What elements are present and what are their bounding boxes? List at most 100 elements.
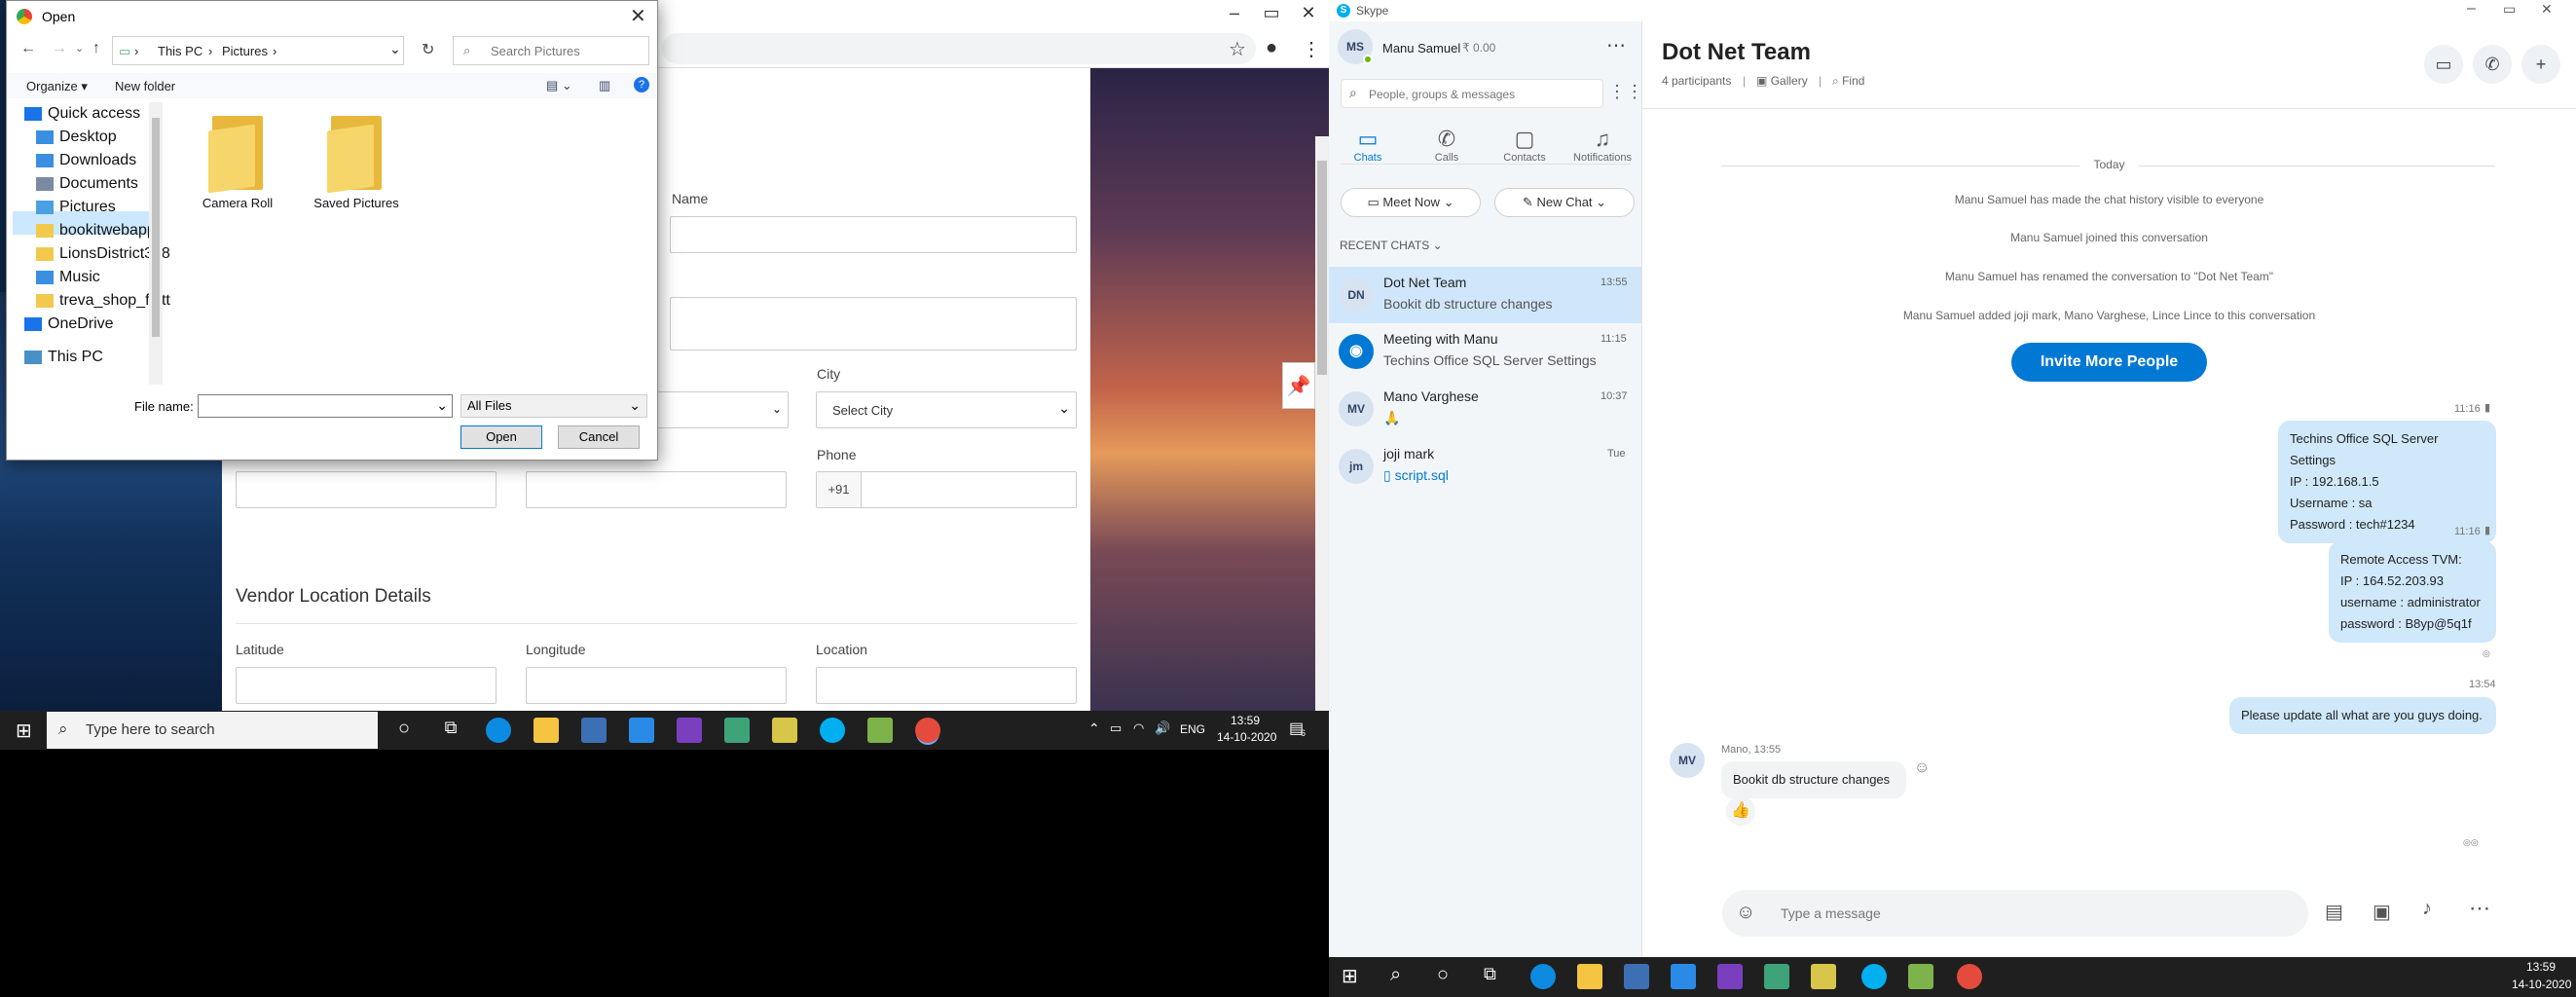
wifi-icon[interactable]: ◠ bbox=[1133, 720, 1144, 736]
maximize-button[interactable]: ▭ bbox=[1254, 2, 1289, 23]
nav-item[interactable]: Pictures bbox=[36, 196, 116, 219]
nav-item[interactable]: Desktop bbox=[36, 126, 117, 149]
latitude-input[interactable] bbox=[236, 667, 497, 704]
nav-item[interactable]: This PC bbox=[24, 346, 103, 369]
app-icon[interactable] bbox=[724, 718, 750, 743]
cortana-icon[interactable]: ○ bbox=[391, 718, 417, 743]
taskbar-date[interactable]: 14-10-2020 bbox=[1217, 730, 1276, 744]
attach-file-icon[interactable]: ▤ bbox=[2325, 900, 2343, 924]
search-icon[interactable]: ⌕ bbox=[1390, 964, 1401, 986]
invite-more-people-button[interactable]: Invite More People bbox=[2011, 343, 2207, 382]
chrome-taskbar-icon[interactable] bbox=[1957, 964, 1982, 989]
chrome-menu-icon[interactable]: ⋮ bbox=[1302, 37, 1321, 61]
city-select[interactable]: Select City ⌄ bbox=[816, 391, 1077, 428]
folder-saved-pictures[interactable]: Saved Pictures bbox=[303, 116, 410, 210]
breadcrumb-pictures[interactable]: Pictures bbox=[222, 44, 268, 58]
chat-row[interactable]: DN Dot Net Team Bookit db structure chan… bbox=[1329, 267, 1641, 323]
windows-start-icon[interactable]: ⊞ bbox=[1342, 964, 1358, 988]
chat-row[interactable]: jm joji mark ▯ script.sql Tue bbox=[1329, 438, 1641, 495]
nav-item[interactable]: Music bbox=[36, 266, 100, 289]
gallery-link[interactable]: ▣ Gallery bbox=[1756, 74, 1808, 88]
chrome-taskbar-icon[interactable] bbox=[915, 718, 940, 743]
skype-icon[interactable] bbox=[1861, 964, 1887, 989]
location-input[interactable] bbox=[816, 667, 1077, 704]
nav-item[interactable]: bookitwebapp bbox=[36, 219, 156, 242]
participants-count[interactable]: 4 participants bbox=[1662, 74, 1731, 88]
notepad-plus-icon[interactable] bbox=[1811, 964, 1836, 989]
message-compose[interactable]: ☺ Type a message bbox=[1722, 890, 2308, 937]
microphone-icon[interactable]: ♪ bbox=[2422, 898, 2432, 920]
skype-icon[interactable] bbox=[820, 718, 845, 743]
find-link[interactable]: ⌕ Find bbox=[1832, 74, 1864, 89]
chat-row[interactable]: ◉ Meeting with Manu Techins Office SQL S… bbox=[1329, 323, 1641, 380]
form-input-left[interactable] bbox=[236, 471, 497, 508]
emoji-icon[interactable]: ☺ bbox=[1736, 902, 1755, 924]
view-options-icon[interactable]: ▤ ⌄ bbox=[546, 78, 572, 93]
breadcrumb-this-pc[interactable]: This PC bbox=[158, 44, 202, 58]
reaction-badge[interactable]: 👍 bbox=[1726, 796, 1755, 826]
visual-studio-icon[interactable] bbox=[1717, 964, 1743, 989]
edge-icon[interactable] bbox=[1530, 964, 1556, 989]
help-icon[interactable]: ? bbox=[634, 77, 649, 92]
outgoing-message[interactable]: Please update all what are you guys doin… bbox=[2229, 697, 2496, 734]
back-icon[interactable]: ← bbox=[20, 40, 36, 57]
nav-item[interactable]: Quick access bbox=[24, 102, 140, 126]
description-textarea[interactable] bbox=[670, 297, 1077, 351]
sublime-icon[interactable] bbox=[867, 718, 893, 743]
language-indicator[interactable]: ENG bbox=[1180, 722, 1205, 736]
file-type-select[interactable]: All Files ⌄ bbox=[460, 394, 647, 418]
conversation-title[interactable]: Dot Net Team bbox=[1662, 39, 1811, 66]
taskbar-time[interactable]: 13:59 bbox=[1231, 714, 1260, 727]
file-name-input[interactable]: ⌄ bbox=[198, 394, 453, 418]
form-input-middle[interactable] bbox=[526, 471, 787, 508]
up-icon[interactable]: ↑ bbox=[92, 40, 100, 57]
windows-start-icon[interactable]: ⊞ bbox=[16, 719, 32, 743]
name-input[interactable] bbox=[670, 216, 1077, 253]
volume-icon[interactable]: 🔊 bbox=[1155, 720, 1170, 736]
bookmark-icon[interactable]: ▮ bbox=[2484, 401, 2490, 414]
preview-pane-icon[interactable]: ▥ bbox=[599, 78, 610, 93]
chevron-down-icon[interactable]: ⌄ bbox=[75, 42, 84, 55]
search-input[interactable]: ⌕ Search Pictures bbox=[453, 36, 649, 65]
close-button[interactable]: ✕ bbox=[1291, 2, 1326, 23]
video-call-icon[interactable]: ▭ bbox=[2424, 45, 2463, 84]
minimize-button[interactable]: – bbox=[1217, 2, 1252, 23]
app-icon[interactable] bbox=[1764, 964, 1789, 989]
address-breadcrumb[interactable]: ▭ › This PC › Pictures › ⌄ bbox=[112, 36, 404, 65]
organize-button[interactable]: Organize ▾ bbox=[26, 79, 88, 94]
taskbar-search[interactable]: ⌕ Type here to search bbox=[47, 712, 378, 749]
minimize-button[interactable]: – bbox=[2467, 0, 2476, 18]
mail-icon[interactable] bbox=[1671, 964, 1696, 989]
incoming-message[interactable]: Bookit db structure changes bbox=[1721, 761, 1906, 798]
profile-icon[interactable]: ● bbox=[1266, 37, 1277, 59]
open-button[interactable]: Open bbox=[460, 425, 542, 449]
folder-camera-roll[interactable]: Camera Roll bbox=[184, 116, 291, 210]
phone-input[interactable]: +91 bbox=[816, 471, 1077, 508]
more-icon[interactable]: ⋯ bbox=[2469, 896, 2490, 921]
tab-contacts[interactable]: ▢ Contacts bbox=[1486, 127, 1564, 164]
chevron-down-icon[interactable]: ⌄ bbox=[389, 41, 401, 57]
file-explorer-icon[interactable] bbox=[534, 718, 559, 743]
audio-call-icon[interactable]: ✆ bbox=[2473, 45, 2512, 84]
bookmark-star-icon[interactable]: ☆ bbox=[1229, 37, 1246, 61]
close-icon[interactable]: ✕ bbox=[630, 4, 646, 28]
forward-icon[interactable]: → bbox=[52, 40, 67, 57]
notepad-plus-icon[interactable] bbox=[772, 718, 797, 743]
sender-avatar[interactable]: MV bbox=[1670, 743, 1705, 778]
people-search-input[interactable]: ⌕ People, groups & messages bbox=[1341, 79, 1603, 108]
task-view-icon[interactable]: ⧉ bbox=[438, 718, 463, 743]
battery-icon[interactable]: ▭ bbox=[1110, 720, 1122, 736]
page-scrollbar-thumb[interactable] bbox=[1317, 161, 1327, 375]
store-icon[interactable] bbox=[581, 718, 607, 743]
edge-icon[interactable] bbox=[486, 718, 511, 743]
address-bar[interactable] bbox=[662, 33, 1256, 64]
meet-now-button[interactable]: ▭ Meet Now ⌄ bbox=[1341, 188, 1481, 217]
add-person-icon[interactable]: + bbox=[2521, 45, 2560, 84]
visual-studio-icon[interactable] bbox=[677, 718, 702, 743]
dial-pad-icon[interactable]: ⋮⋮ bbox=[1608, 82, 1643, 102]
refresh-icon[interactable]: ↻ bbox=[422, 40, 434, 59]
nav-item[interactable]: Downloads bbox=[36, 149, 136, 172]
user-name[interactable]: Manu Samuel bbox=[1382, 41, 1460, 55]
new-chat-button[interactable]: ✎ New Chat ⌄ bbox=[1494, 188, 1635, 217]
task-view-icon[interactable]: ⧉ bbox=[1484, 964, 1496, 984]
